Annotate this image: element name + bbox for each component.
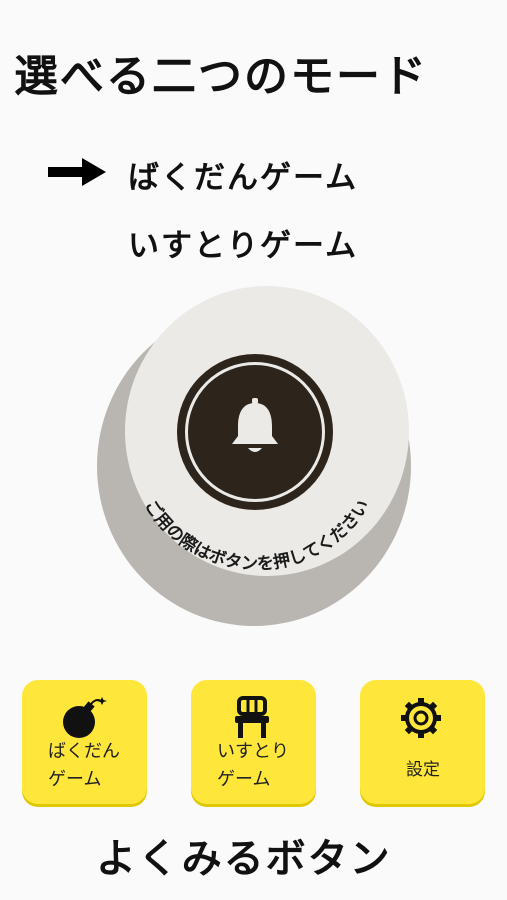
gear-icon [401, 698, 441, 738]
tile-label: ばくだん ゲーム [48, 741, 120, 790]
bell-caption: ご用の際はボタンを押してください [140, 496, 374, 575]
settings-button[interactable]: 設定 [360, 680, 485, 804]
bell-caption-text: ご用の際はボタンを押してください [140, 496, 374, 575]
menu-item-isutori[interactable]: いすとりゲーム [128, 220, 358, 265]
bomb-icon [63, 697, 107, 738]
menu-item-bakudan[interactable]: ばくだんゲーム [128, 152, 358, 197]
call-bell: ご用の際はボタンを押してください [97, 286, 415, 632]
isutori-game-button[interactable]: いすとり ゲーム [191, 680, 316, 804]
tile-label: 設定 [406, 760, 440, 780]
svg-text:ご用の際はボタンを押してください: ご用の際はボタンを押してください [140, 496, 374, 575]
bakudan-game-button[interactable]: ばくだん ゲーム [22, 680, 147, 804]
page-title: 選べる二つのモード [14, 51, 428, 102]
tile-label: いすとり ゲーム [217, 741, 289, 790]
footer-title: よくみるボタン [96, 836, 392, 882]
arrow-right-icon [48, 158, 106, 186]
chair-icon [235, 696, 269, 738]
